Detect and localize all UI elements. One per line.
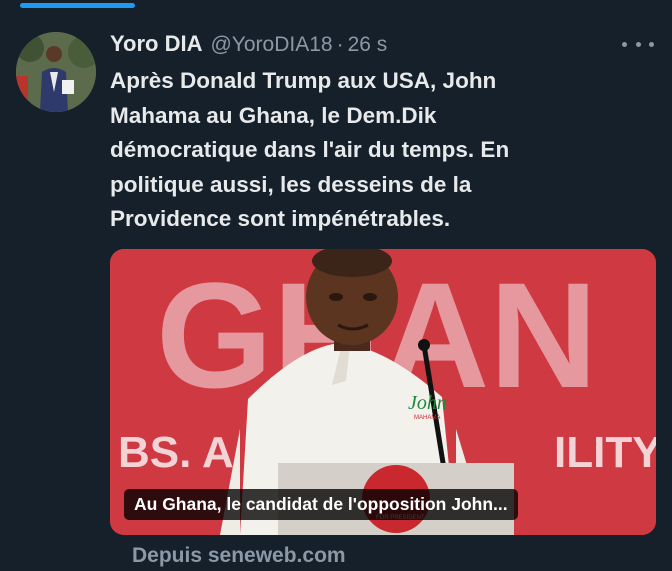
- link-card-source[interactable]: Depuis seneweb.com: [132, 544, 346, 568]
- shirt-logo-sub: MAHAMA: [414, 415, 440, 421]
- tweet-text: Après Donald Trump aux USA, John Mahama …: [110, 68, 510, 231]
- header-separator: ·: [336, 33, 344, 56]
- banner-line-left: BS. A: [118, 428, 234, 477]
- shirt-logo: John: [408, 392, 447, 414]
- author-display-name[interactable]: Yoro DIA: [110, 31, 202, 57]
- more-options-button[interactable]: [622, 36, 654, 52]
- more-horizontal-icon: [622, 41, 627, 47]
- link-card-image[interactable]: GHAN BS. A ILITY. John MAHAMA FOR PRESID…: [110, 249, 656, 535]
- active-tab-indicator: [20, 3, 135, 8]
- more-horizontal-icon-dot: [635, 41, 641, 47]
- author-handle[interactable]: @YoroDIA18: [210, 33, 332, 57]
- banner-line-right: ILITY.: [554, 428, 656, 477]
- avatar-image: [16, 32, 96, 112]
- more-horizontal-icon-dot: [649, 41, 654, 47]
- avatar[interactable]: [16, 32, 96, 112]
- tweet-timestamp[interactable]: 26 s: [348, 33, 388, 57]
- link-card-caption[interactable]: Au Ghana, le candidat de l'opposition Jo…: [124, 489, 518, 520]
- tweet-header: Yoro DIA @YoroDIA18 · 26 s: [110, 31, 632, 63]
